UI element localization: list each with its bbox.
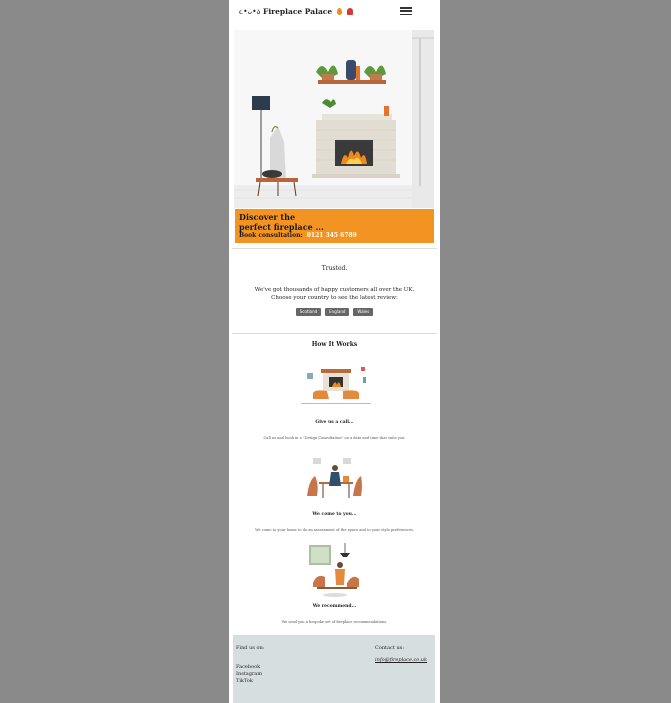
divider <box>232 333 437 334</box>
trusted-copy: We've got thousands of happy customers a… <box>239 286 430 302</box>
divider <box>232 248 437 249</box>
step-2-title: We come to you... <box>312 512 357 517</box>
step-2-illustration <box>307 458 362 498</box>
flame-icon <box>336 8 342 15</box>
step-1-title: Give us a call... <box>315 420 354 425</box>
social-links: Facebook Instagram TikTok <box>236 664 262 685</box>
person-icon <box>347 8 354 15</box>
logo-text: Fireplace Palace <box>263 7 333 16</box>
country-button-scotland[interactable]: Scotland <box>295 308 322 316</box>
phone-number-link[interactable]: 0121 345 6789 <box>307 232 357 239</box>
book-consultation: Book consultation: 0121 345 6789 <box>239 232 430 239</box>
logo[interactable]: ૮•ᴗ•ა Fireplace Palace <box>239 7 354 17</box>
trusted-line-2: Choose your country to see the latest re… <box>271 295 398 301</box>
promo-heading-line-1: Discover the <box>239 212 296 222</box>
logo-face: ૮•ᴗ•ა <box>239 7 261 16</box>
trusted-title: Trusted. <box>321 265 348 272</box>
country-button-england[interactable]: England <box>325 308 350 316</box>
contact-label: Contact us: <box>375 645 404 651</box>
find-us-label: Find us on: <box>236 645 265 651</box>
country-button-wales[interactable]: Wales <box>353 308 374 316</box>
instagram-link[interactable]: Instagram <box>236 671 262 678</box>
step-2-text: We come to your home to do an assessment… <box>255 528 414 532</box>
page: ૮•ᴗ•ა Fireplace Palace Discover the perf… <box>229 0 440 703</box>
facebook-link[interactable]: Facebook <box>236 664 262 671</box>
step-1-text: Call us and book in a "Design Consultati… <box>263 436 406 440</box>
hamburger-menu-icon[interactable] <box>400 7 412 16</box>
step-3-title: We recommend... <box>312 604 357 609</box>
hero-image <box>234 30 434 208</box>
country-selector: Scotland England Wales <box>229 308 440 316</box>
footer: Find us on: Facebook Instagram TikTok Co… <box>233 635 435 703</box>
tiktok-link[interactable]: TikTok <box>236 678 262 685</box>
email-link[interactable]: info@fireplace.co.uk <box>375 657 427 663</box>
promo-banner: Discover the perfect fireplace ... Book … <box>235 209 434 243</box>
promo-heading-line-2: perfect fireplace ... <box>239 222 324 232</box>
step-3-text: We send you a bespoke set of fireplace r… <box>281 620 388 624</box>
how-it-works-title: How It Works <box>311 341 358 348</box>
trusted-line-1: We've got thousands of happy customers a… <box>254 287 415 293</box>
step-1-illustration <box>301 367 371 404</box>
top-bar: ૮•ᴗ•ა Fireplace Palace <box>229 0 440 28</box>
step-3-illustration <box>309 543 359 597</box>
book-label: Book consultation: <box>239 232 303 239</box>
